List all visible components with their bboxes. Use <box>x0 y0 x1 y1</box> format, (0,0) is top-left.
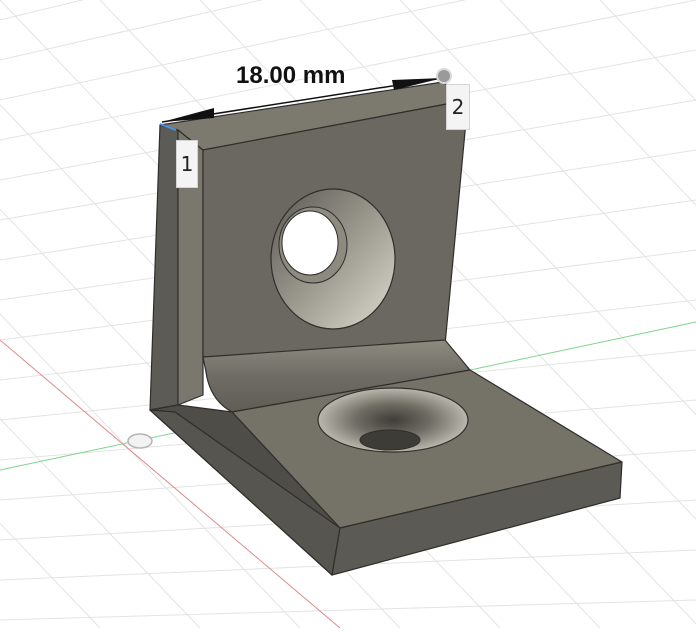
viewport-canvas[interactable] <box>0 0 696 629</box>
upright-hole[interactable] <box>270 188 396 330</box>
origin-marker[interactable] <box>127 433 153 449</box>
upright-outer-face[interactable] <box>149 124 179 411</box>
base-hole[interactable] <box>317 387 469 453</box>
dimension-label[interactable]: 18.00 mm <box>236 62 345 90</box>
point-2-label: 2 <box>446 84 470 130</box>
bracket-model[interactable] <box>149 81 623 576</box>
point-2-handle[interactable] <box>436 68 452 84</box>
3d-viewport[interactable]: 18.00 mm 1 2 <box>0 0 696 629</box>
point-1-label: 1 <box>176 140 198 188</box>
